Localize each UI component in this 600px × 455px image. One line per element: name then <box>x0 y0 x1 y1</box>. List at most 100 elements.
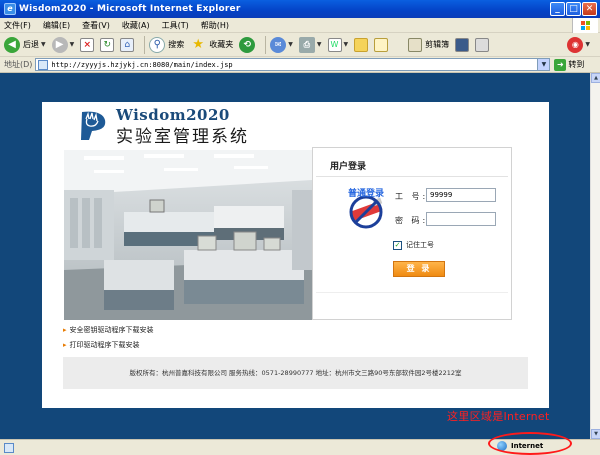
translate-icon: ◉ <box>567 36 584 53</box>
star-icon: ★ <box>192 36 205 52</box>
scroll-up-arrow-icon[interactable]: ▲ <box>591 73 600 83</box>
menu-favorites[interactable]: 收藏(A) <box>122 20 150 31</box>
menu-help[interactable]: 帮助(H) <box>201 20 229 31</box>
scroll-down-arrow-icon[interactable]: ▼ <box>591 429 600 439</box>
refresh-icon: ↻ <box>100 37 115 52</box>
menu-tools[interactable]: 工具(T) <box>162 20 189 31</box>
mail-button[interactable]: ✉ ▼ <box>270 35 293 55</box>
menu-edit[interactable]: 编辑(E) <box>43 20 70 31</box>
edit-button[interactable]: W ▼ <box>327 35 349 55</box>
discuss-button[interactable] <box>354 35 369 55</box>
wisdom-logo-icon <box>81 111 106 140</box>
clipboard-icon <box>408 37 423 52</box>
laboratory-photo <box>64 150 312 320</box>
stop-icon: × <box>80 37 95 52</box>
favorites-label: 收藏夹 <box>209 40 234 49</box>
remember-id-checkbox[interactable]: ✓ 记住工号 <box>393 240 434 250</box>
chevron-down-icon: ▼ <box>69 41 75 48</box>
back-label: 后退 <box>23 40 39 49</box>
chevron-down-icon: ▼ <box>41 41 46 48</box>
menu-bar: 文件(F) 编辑(E) 查看(V) 收藏(A) 工具(T) 帮助(H) <box>0 18 600 33</box>
annotation-text: 这里区域是Internet <box>447 410 550 423</box>
page-icon <box>38 59 49 70</box>
chevron-down-icon: ▼ <box>316 41 322 48</box>
brand-subtitle: 实验室管理系统 <box>116 127 249 147</box>
normal-login-label[interactable]: 普通登录 <box>348 186 384 199</box>
go-button[interactable]: ➜ 转到 <box>554 58 585 71</box>
edit-icon: W <box>327 37 342 52</box>
close-button[interactable]: ✕ <box>582 2 597 16</box>
forward-arrow-icon: ▶ <box>51 36 68 53</box>
title-bar: e Wisdom2020 - Microsoft Internet Explor… <box>0 0 600 18</box>
footer-copyright: 版权所有：杭州普嘉科技有限公司 服务热线：0571-28990777 地址：杭州… <box>63 357 528 389</box>
employee-id-label: 工 号: <box>395 192 429 201</box>
research-button[interactable] <box>455 35 470 55</box>
chevron-down-icon: ▼ <box>288 41 293 48</box>
login-box <box>312 147 512 320</box>
stop-button[interactable]: × <box>80 35 95 55</box>
folder-icon <box>354 37 369 52</box>
history-button[interactable]: ⟲ <box>239 35 256 55</box>
back-button[interactable]: ◀ 后退 ▼ <box>4 35 46 55</box>
history-icon: ⟲ <box>239 36 256 53</box>
print-icon: ⎙ <box>298 36 315 53</box>
forward-button[interactable]: ▶ ▼ <box>51 35 75 55</box>
toolbar-separator <box>144 35 146 54</box>
address-input[interactable]: http://zyyyjs.hzjykj.cn:8080/main/index.… <box>35 58 551 71</box>
login-title: 用户登录 <box>330 162 367 172</box>
home-button[interactable]: ⌂ <box>120 35 135 55</box>
favorites-button[interactable]: ★ 收藏夹 <box>190 35 233 55</box>
messenger-button[interactable] <box>374 35 389 55</box>
chevron-down-icon[interactable]: ▼ <box>537 59 550 70</box>
clipboard-button[interactable]: 剪辑簿 <box>408 35 449 55</box>
print-button[interactable]: ⎙ ▼ <box>298 35 322 55</box>
toolbar: ◀ 后退 ▼ ▶ ▼ × ↻ ⌂ ⚲ 搜索 ★ 收藏夹 ⟲ ✉ ▼ ⎙ ▼ W … <box>0 33 600 57</box>
password-label: 密 码: <box>395 216 429 225</box>
search-label: 搜索 <box>168 40 185 49</box>
window-title: Wisdom2020 - Microsoft Internet Explorer <box>19 4 241 14</box>
research-icon <box>455 37 470 52</box>
chevron-down-icon: ▼ <box>343 41 349 48</box>
go-label: 转到 <box>568 60 585 69</box>
printer-driver-link[interactable]: ▸ 打印驱动程序下载安装 <box>63 340 140 350</box>
annotation-circle <box>488 432 572 455</box>
maximize-button[interactable]: □ <box>566 2 581 16</box>
divider <box>316 176 508 177</box>
checkbox-checked-icon[interactable]: ✓ <box>393 240 402 250</box>
clipboard-label: 剪辑簿 <box>425 40 450 49</box>
password-input[interactable] <box>426 212 496 226</box>
go-arrow-icon: ➜ <box>554 58 567 71</box>
address-label: 地址(D) <box>4 60 33 69</box>
remember-id-label: 记住工号 <box>406 241 434 249</box>
security-key-driver-link[interactable]: ▸ 安全密钥驱动程序下载安装 <box>63 325 154 335</box>
login-button[interactable]: 登 录 <box>393 261 445 277</box>
toolbar-separator <box>265 35 267 54</box>
link-label[interactable]: 打印驱动程序下载安装 <box>70 340 140 350</box>
ie-icon: e <box>4 3 16 15</box>
address-url[interactable]: http://zyyyjs.hzjykj.cn:8080/main/index.… <box>51 61 537 69</box>
search-icon: ⚲ <box>149 36 166 53</box>
minimize-button[interactable]: _ <box>550 2 565 16</box>
link-label[interactable]: 安全密钥驱动程序下载安装 <box>70 325 154 335</box>
divider <box>316 292 508 293</box>
tools-icon <box>475 37 490 52</box>
address-bar: 地址(D) http://zyyyjs.hzjykj.cn:8080/main/… <box>0 57 600 73</box>
arrow-bullet-icon: ▸ <box>63 326 67 334</box>
search-button[interactable]: ⚲ 搜索 <box>149 35 184 55</box>
notes-icon <box>374 37 389 52</box>
menu-file[interactable]: 文件(F) <box>4 20 31 31</box>
windows-logo-icon <box>572 18 598 33</box>
arrow-bullet-icon: ▸ <box>63 341 67 349</box>
chevron-down-icon: ▼ <box>585 41 590 48</box>
back-arrow-icon: ◀ <box>4 36 20 53</box>
translate-button[interactable]: ◉ ▼ <box>567 35 590 55</box>
employee-id-input[interactable]: 99999 <box>426 188 496 202</box>
menu-view[interactable]: 查看(V) <box>82 20 110 31</box>
vertical-scrollbar[interactable]: ▲ ▼ <box>590 73 600 439</box>
mail-icon: ✉ <box>270 36 287 53</box>
home-icon: ⌂ <box>120 37 135 52</box>
refresh-button[interactable]: ↻ <box>100 35 115 55</box>
tools-button[interactable] <box>475 35 490 55</box>
page-status-icon <box>4 442 14 453</box>
window-controls: _ □ ✕ <box>550 2 597 16</box>
